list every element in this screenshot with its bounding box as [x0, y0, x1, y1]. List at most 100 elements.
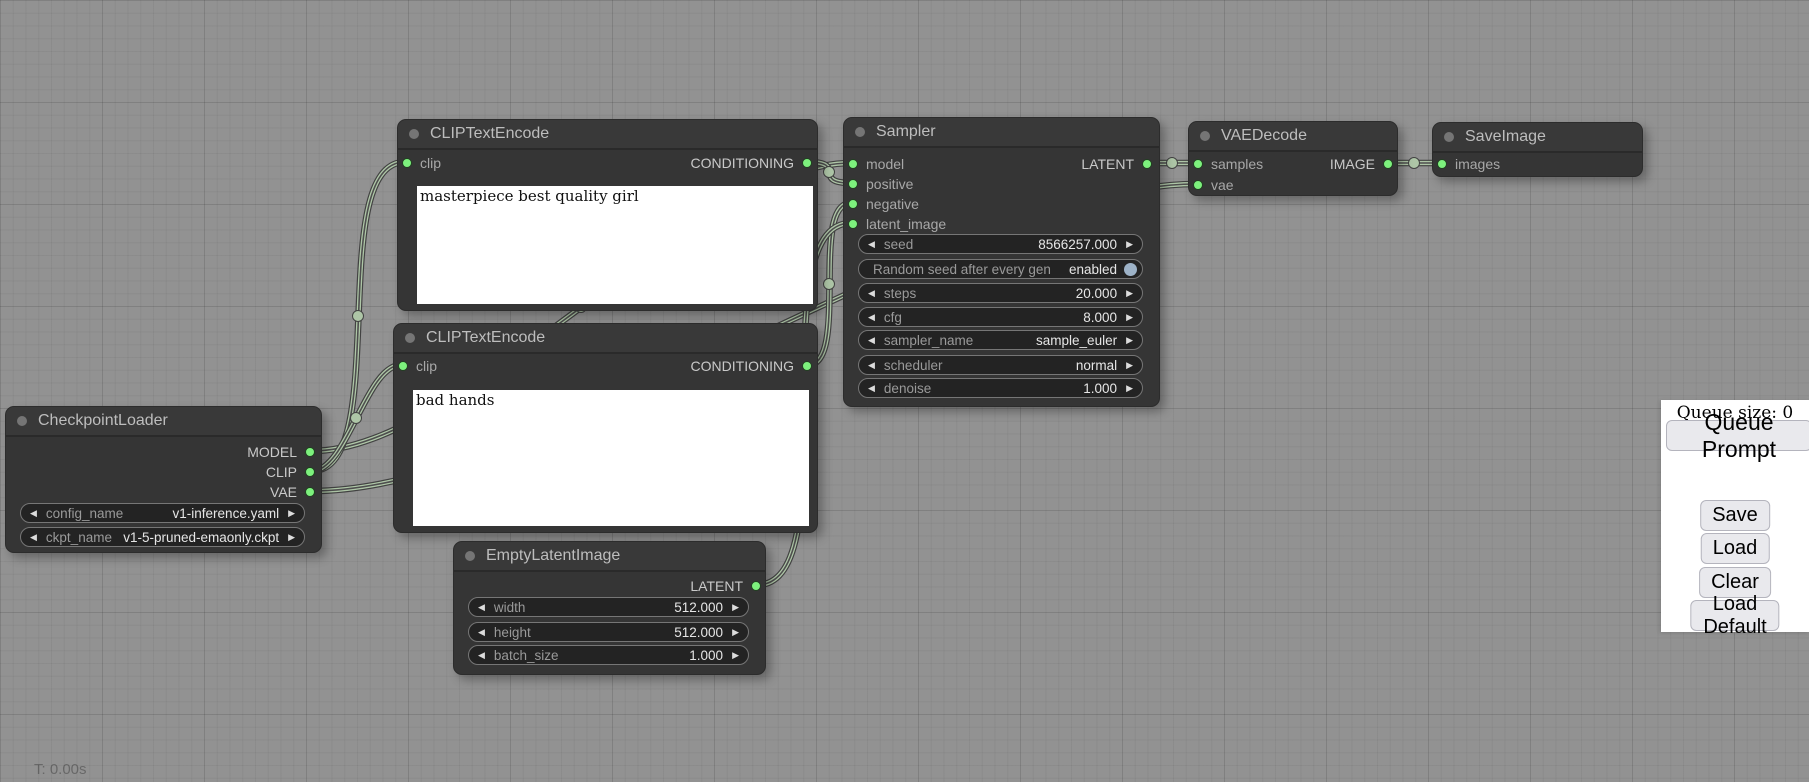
input-slot-vae[interactable]: vae [1189, 175, 1397, 195]
save-button[interactable]: Save [1700, 500, 1770, 531]
widget-height[interactable]: ◀ height 512.000 ▶ [468, 622, 749, 642]
slot-row: clip CONDITIONING [394, 356, 817, 376]
output-dot-icon[interactable] [802, 361, 812, 371]
node-save-image[interactable]: SaveImage images [1432, 122, 1643, 177]
output-slot-model[interactable]: MODEL [6, 442, 321, 462]
output-dot-icon[interactable] [305, 487, 315, 497]
widget-steps[interactable]: ◀ steps 20.000 ▶ [858, 283, 1143, 303]
input-dot-icon[interactable] [848, 199, 858, 209]
widget-seed[interactable]: ◀ seed 8566257.000 ▶ [858, 234, 1143, 254]
collapse-dot-icon[interactable] [17, 416, 27, 426]
decrement-arrow-icon[interactable]: ◀ [21, 532, 46, 543]
output-dot-icon[interactable] [751, 581, 761, 591]
graph-canvas[interactable]: { "canvas": { "status_text": "T: 0.00s" … [0, 0, 1809, 782]
decrement-arrow-icon[interactable]: ◀ [859, 312, 884, 323]
toggle-circle-icon[interactable] [1124, 263, 1137, 276]
widget-width[interactable]: ◀ width 512.000 ▶ [468, 597, 749, 617]
slot-row: samples IMAGE [1189, 154, 1397, 174]
node-title-bar[interactable]: CLIPTextEncode [394, 324, 817, 354]
input-slot-latent-image[interactable]: latent_image [844, 214, 1159, 234]
node-title-bar[interactable]: CheckpointLoader [6, 407, 321, 437]
widget-cfg[interactable]: ◀ cfg 8.000 ▶ [858, 307, 1143, 327]
increment-arrow-icon[interactable]: ▶ [723, 650, 748, 661]
increment-arrow-icon[interactable]: ▶ [1117, 383, 1142, 394]
node-title-bar[interactable]: SaveImage [1433, 123, 1642, 153]
increment-arrow-icon[interactable]: ▶ [279, 508, 304, 519]
negative-prompt-textarea[interactable]: bad hands [413, 390, 809, 526]
slot-row: model LATENT [844, 154, 1159, 174]
output-dot-icon[interactable] [305, 467, 315, 477]
node-title-bar[interactable]: CLIPTextEncode [398, 120, 817, 150]
input-dot-icon[interactable] [1193, 180, 1203, 190]
widget-config-name[interactable]: ◀ config_name v1-inference.yaml ▶ [20, 503, 305, 523]
input-dot-icon[interactable] [848, 159, 858, 169]
decrement-arrow-icon[interactable]: ◀ [469, 650, 494, 661]
link-midpoint-dot [353, 311, 364, 322]
increment-arrow-icon[interactable]: ▶ [723, 627, 748, 638]
node-title-bar[interactable]: Sampler [844, 118, 1159, 148]
input-dot-icon[interactable] [848, 219, 858, 229]
widget-ckpt-name[interactable]: ◀ ckpt_name v1-5-pruned-emaonly.ckpt ▶ [20, 527, 305, 547]
collapse-dot-icon[interactable] [1444, 132, 1454, 142]
decrement-arrow-icon[interactable]: ◀ [859, 360, 884, 371]
increment-arrow-icon[interactable]: ▶ [1117, 239, 1142, 250]
increment-arrow-icon[interactable]: ▶ [279, 532, 304, 543]
input-dot-icon[interactable] [402, 158, 412, 168]
collapse-dot-icon[interactable] [465, 551, 475, 561]
output-slot-latent[interactable]: LATENT [454, 576, 765, 596]
link-midpoint-dot [824, 167, 835, 178]
input-dot-icon[interactable] [398, 361, 408, 371]
output-dot-icon[interactable] [1142, 159, 1152, 169]
node-title: CLIPTextEncode [430, 125, 549, 143]
node-clip-text-encode-negative[interactable]: CLIPTextEncode clip CONDITIONING bad han… [393, 323, 818, 533]
decrement-arrow-icon[interactable]: ◀ [859, 239, 884, 250]
collapse-dot-icon[interactable] [855, 127, 865, 137]
widget-scheduler[interactable]: ◀ scheduler normal ▶ [858, 355, 1143, 375]
input-dot-icon[interactable] [1437, 159, 1447, 169]
collapse-dot-icon[interactable] [1200, 131, 1210, 141]
collapse-dot-icon[interactable] [409, 129, 419, 139]
input-slot-negative[interactable]: negative [844, 194, 1159, 214]
increment-arrow-icon[interactable]: ▶ [723, 602, 748, 613]
increment-arrow-icon[interactable]: ▶ [1117, 288, 1142, 299]
collapse-dot-icon[interactable] [405, 333, 415, 343]
decrement-arrow-icon[interactable]: ◀ [21, 508, 46, 519]
output-dot-icon[interactable] [802, 158, 812, 168]
positive-prompt-textarea[interactable]: masterpiece best quality girl [417, 186, 813, 304]
increment-arrow-icon[interactable]: ▶ [1117, 312, 1142, 323]
queue-prompt-button[interactable]: Queue Prompt [1666, 420, 1809, 451]
decrement-arrow-icon[interactable]: ◀ [469, 602, 494, 613]
link-midpoint-dot [824, 279, 835, 290]
widget-denoise[interactable]: ◀ denoise 1.000 ▶ [858, 378, 1143, 398]
node-vae-decode[interactable]: VAEDecode samples IMAGE vae [1188, 121, 1398, 196]
output-dot-icon[interactable] [1383, 159, 1393, 169]
node-checkpoint-loader[interactable]: CheckpointLoader MODEL CLIP VAE ◀ config… [5, 406, 322, 553]
output-dot-icon[interactable] [305, 447, 315, 457]
node-title: Sampler [876, 123, 936, 141]
increment-arrow-icon[interactable]: ▶ [1117, 335, 1142, 346]
widget-batch-size[interactable]: ◀ batch_size 1.000 ▶ [468, 645, 749, 665]
link-midpoint-dot [1409, 158, 1420, 169]
node-title: CheckpointLoader [38, 412, 168, 430]
node-clip-text-encode-positive[interactable]: CLIPTextEncode clip CONDITIONING masterp… [397, 119, 818, 311]
increment-arrow-icon[interactable]: ▶ [1117, 360, 1142, 371]
input-dot-icon[interactable] [1193, 159, 1203, 169]
output-slot-vae[interactable]: VAE [6, 482, 321, 502]
node-title-bar[interactable]: EmptyLatentImage [454, 542, 765, 572]
input-dot-icon[interactable] [848, 179, 858, 189]
output-slot-clip[interactable]: CLIP [6, 462, 321, 482]
decrement-arrow-icon[interactable]: ◀ [859, 335, 884, 346]
load-button[interactable]: Load [1701, 533, 1770, 564]
decrement-arrow-icon[interactable]: ◀ [859, 288, 884, 299]
decrement-arrow-icon[interactable]: ◀ [859, 383, 884, 394]
input-slot-positive[interactable]: positive [844, 174, 1159, 194]
node-empty-latent-image[interactable]: EmptyLatentImage LATENT ◀ width 512.000 … [453, 541, 766, 675]
node-sampler[interactable]: Sampler model LATENT positive negative l… [843, 117, 1160, 407]
widget-random-seed-toggle[interactable]: Random seed after every gen enabled [858, 259, 1143, 279]
node-title: CLIPTextEncode [426, 329, 545, 347]
decrement-arrow-icon[interactable]: ◀ [469, 627, 494, 638]
input-slot-images[interactable]: images [1433, 154, 1642, 174]
widget-sampler-name[interactable]: ◀ sampler_name sample_euler ▶ [858, 330, 1143, 350]
node-title-bar[interactable]: VAEDecode [1189, 122, 1397, 152]
load-default-button[interactable]: Load Default [1690, 600, 1779, 631]
